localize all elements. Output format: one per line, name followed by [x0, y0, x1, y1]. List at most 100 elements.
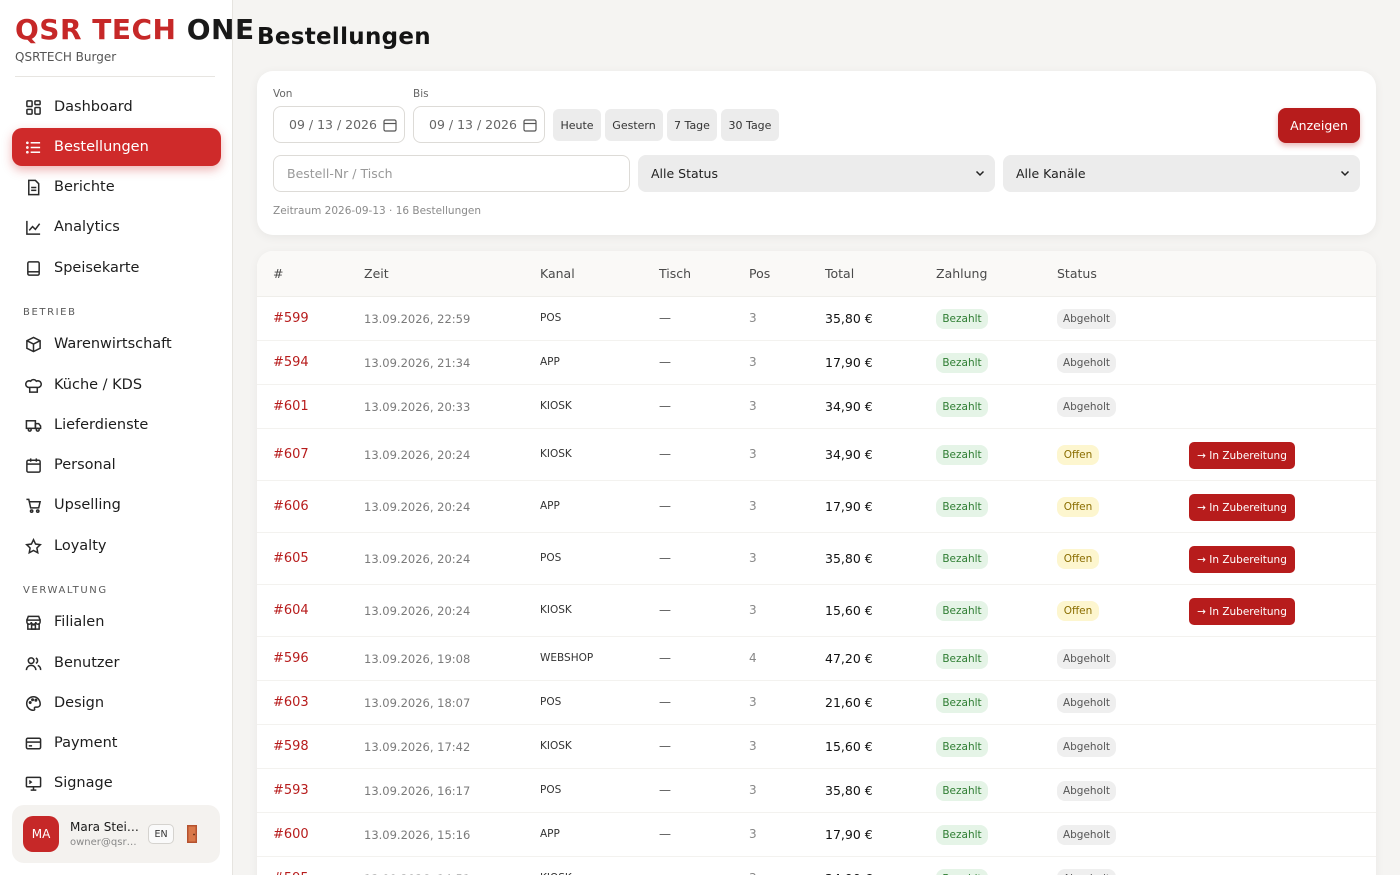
table-row[interactable]: #607 13.09.2026, 20:24 KIOSK — 3 34,90 € Bezah…	[257, 429, 1376, 481]
order-channel: POS	[540, 552, 562, 564]
sidebar-item-bestellungen[interactable]: Bestellungen	[12, 128, 221, 166]
col-id[interactable]: #	[273, 266, 283, 281]
col-time[interactable]: Zeit	[364, 266, 389, 281]
status-select[interactable]: Alle Status	[638, 155, 995, 192]
order-total: 17,90 €	[825, 499, 873, 514]
search-input[interactable]: Bestell-Nr / Tisch	[273, 155, 630, 192]
sidebar-item-analytics[interactable]: Analytics	[12, 208, 221, 246]
col-channel[interactable]: Kanal	[540, 266, 575, 281]
order-time: 13.09.2026, 20:24	[364, 500, 471, 514]
order-id-link[interactable]: #603	[273, 695, 309, 710]
section-betrieb: BETRIEB	[23, 307, 77, 318]
col-pos[interactable]: Pos	[749, 266, 770, 281]
calendar-icon[interactable]	[383, 118, 397, 132]
order-time: 13.09.2026, 18:07	[364, 696, 471, 710]
table-row[interactable]: #605 13.09.2026, 20:24 POS — 3 35,80 € Bezahlt…	[257, 533, 1376, 585]
sidebar-item-warenwirtschaft[interactable]: Warenwirtschaft	[12, 325, 221, 363]
col-payment[interactable]: Zahlung	[936, 266, 987, 281]
to-preparation-button[interactable]: → In Zubereitung	[1189, 494, 1295, 521]
sidebar-item-signage[interactable]: Signage	[12, 764, 221, 802]
result-summary: Zeitraum 2026-09-13 · 16 Bestellungen	[273, 205, 482, 217]
sidebar-item-benutzer[interactable]: Benutzer	[12, 644, 221, 682]
table-row[interactable]: #601 13.09.2026, 20:33 KIOSK — 3 34,90 € Bezah…	[257, 385, 1376, 429]
from-date-input[interactable]: 09 / 13 / 2026	[273, 106, 405, 143]
order-total: 15,60 €	[825, 603, 873, 618]
quick-7days-button[interactable]: 7 Tage	[667, 109, 717, 141]
table-row[interactable]: #594 13.09.2026, 21:34 APP — 3 17,90 € Bezahlt…	[257, 341, 1376, 385]
order-channel: POS	[540, 784, 562, 796]
order-table: —	[659, 311, 671, 325]
orders-table: # Zeit Kanal Tisch Pos Total Zahlung Sta…	[257, 251, 1376, 875]
sidebar-item-berichte[interactable]: Berichte	[12, 168, 221, 206]
sidebar-item-speisekarte[interactable]: Speisekarte	[12, 249, 221, 287]
sidebar-item-label: Berichte	[54, 179, 115, 195]
sidebar-item-lieferdienste[interactable]: Lieferdienste	[12, 406, 221, 444]
logout-door-icon[interactable]	[184, 824, 200, 844]
sidebar-item-loyalty[interactable]: Loyalty	[12, 527, 221, 565]
table-row[interactable]: #596 13.09.2026, 19:08 WEBSHOP — 4 47,20 € Bez…	[257, 637, 1376, 681]
sidebar-item-payment[interactable]: Payment	[12, 724, 221, 762]
sidebar-item-design[interactable]: Design	[12, 684, 221, 722]
sidebar-item-dashboard[interactable]: Dashboard	[12, 88, 221, 126]
order-table: —	[659, 783, 671, 797]
channel-select[interactable]: Alle Kanäle	[1003, 155, 1360, 192]
to-preparation-button[interactable]: → In Zubereitung	[1189, 442, 1295, 469]
order-id-link[interactable]: #601	[273, 399, 309, 414]
order-pos: 3	[749, 783, 757, 797]
table-row[interactable]: #59513.09.2026, 14:51KIOSK—334,90 €Bezah…	[257, 857, 1376, 875]
order-table: —	[659, 399, 671, 413]
user-card[interactable]: MA Mara Stein... owner@qsrte... EN	[12, 805, 220, 863]
order-id-link[interactable]: #605	[273, 551, 309, 566]
table-row[interactable]: #600 13.09.2026, 15:16 APP — 3 17,90 € Bezahlt…	[257, 813, 1376, 857]
order-id-link[interactable]: #596	[273, 651, 309, 666]
sidebar-item-label: Design	[54, 695, 105, 711]
table-row[interactable]: #603 13.09.2026, 18:07 POS — 3 21,60 € Bezahlt…	[257, 681, 1376, 725]
payment-badge: Bezahlt	[936, 353, 988, 373]
calendar-icon[interactable]	[523, 118, 537, 132]
show-button[interactable]: Anzeigen	[1278, 108, 1360, 143]
order-id-link[interactable]: #606	[273, 499, 309, 514]
order-channel: APP	[540, 356, 560, 368]
order-id-link[interactable]: #595	[273, 871, 309, 875]
table-row[interactable]: #599 13.09.2026, 22:59 POS — 3 35,80 € Bezahlt…	[257, 297, 1376, 341]
col-total[interactable]: Total	[825, 266, 854, 281]
sidebar-item-personal[interactable]: Personal	[12, 446, 221, 484]
order-id-link[interactable]: #594	[273, 355, 309, 370]
quick-yesterday-button[interactable]: Gestern	[605, 109, 663, 141]
order-channel: KIOSK	[540, 400, 572, 412]
order-pos: 3	[749, 399, 757, 413]
order-id-link[interactable]: #604	[273, 603, 309, 618]
status-badge: Abgeholt	[1057, 869, 1116, 875]
sidebar-item-upselling[interactable]: Upselling	[12, 486, 221, 524]
quick-30days-button[interactable]: 30 Tage	[721, 109, 779, 141]
sidebar-item-kueche[interactable]: Küche / KDS	[12, 366, 221, 404]
table-row[interactable]: #593 13.09.2026, 16:17 POS — 3 35,80 € Bezahlt…	[257, 769, 1376, 813]
order-channel: KIOSK	[540, 604, 572, 616]
box-icon	[24, 335, 42, 353]
order-table: —	[659, 695, 671, 709]
sidebar-item-label: Signage	[54, 775, 113, 791]
order-id-link[interactable]: #593	[273, 783, 309, 798]
from-label: Von	[273, 88, 293, 100]
language-toggle-button[interactable]: EN	[148, 824, 174, 844]
to-preparation-button[interactable]: → In Zubereitung	[1189, 598, 1295, 625]
to-preparation-button[interactable]: → In Zubereitung	[1189, 546, 1295, 573]
col-table[interactable]: Tisch	[659, 266, 691, 281]
sidebar-item-filialen[interactable]: Filialen	[12, 603, 221, 641]
order-id-link[interactable]: #600	[273, 827, 309, 842]
order-channel: KIOSK	[540, 448, 572, 460]
order-id-link[interactable]: #598	[273, 739, 309, 754]
table-row[interactable]: #606 13.09.2026, 20:24 APP — 3 17,90 € Bezahlt…	[257, 481, 1376, 533]
status-badge: Abgeholt	[1057, 737, 1116, 757]
order-total: 17,90 €	[825, 355, 873, 370]
table-row[interactable]: #598 13.09.2026, 17:42 KIOSK — 3 15,60 € Bezah…	[257, 725, 1376, 769]
table-row[interactable]: #604 13.09.2026, 20:24 KIOSK — 3 15,60 € Bezah…	[257, 585, 1376, 637]
payment-badge: Bezahlt	[936, 693, 988, 713]
col-status[interactable]: Status	[1057, 266, 1097, 281]
quick-today-button[interactable]: Heute	[553, 109, 601, 141]
order-id-link[interactable]: #599	[273, 311, 309, 326]
to-date-input[interactable]: 09 / 13 / 2026	[413, 106, 545, 143]
brand-title-red: QSR TECH	[15, 13, 177, 46]
order-id-link[interactable]: #607	[273, 447, 309, 462]
order-total: 35,80 €	[825, 551, 873, 566]
